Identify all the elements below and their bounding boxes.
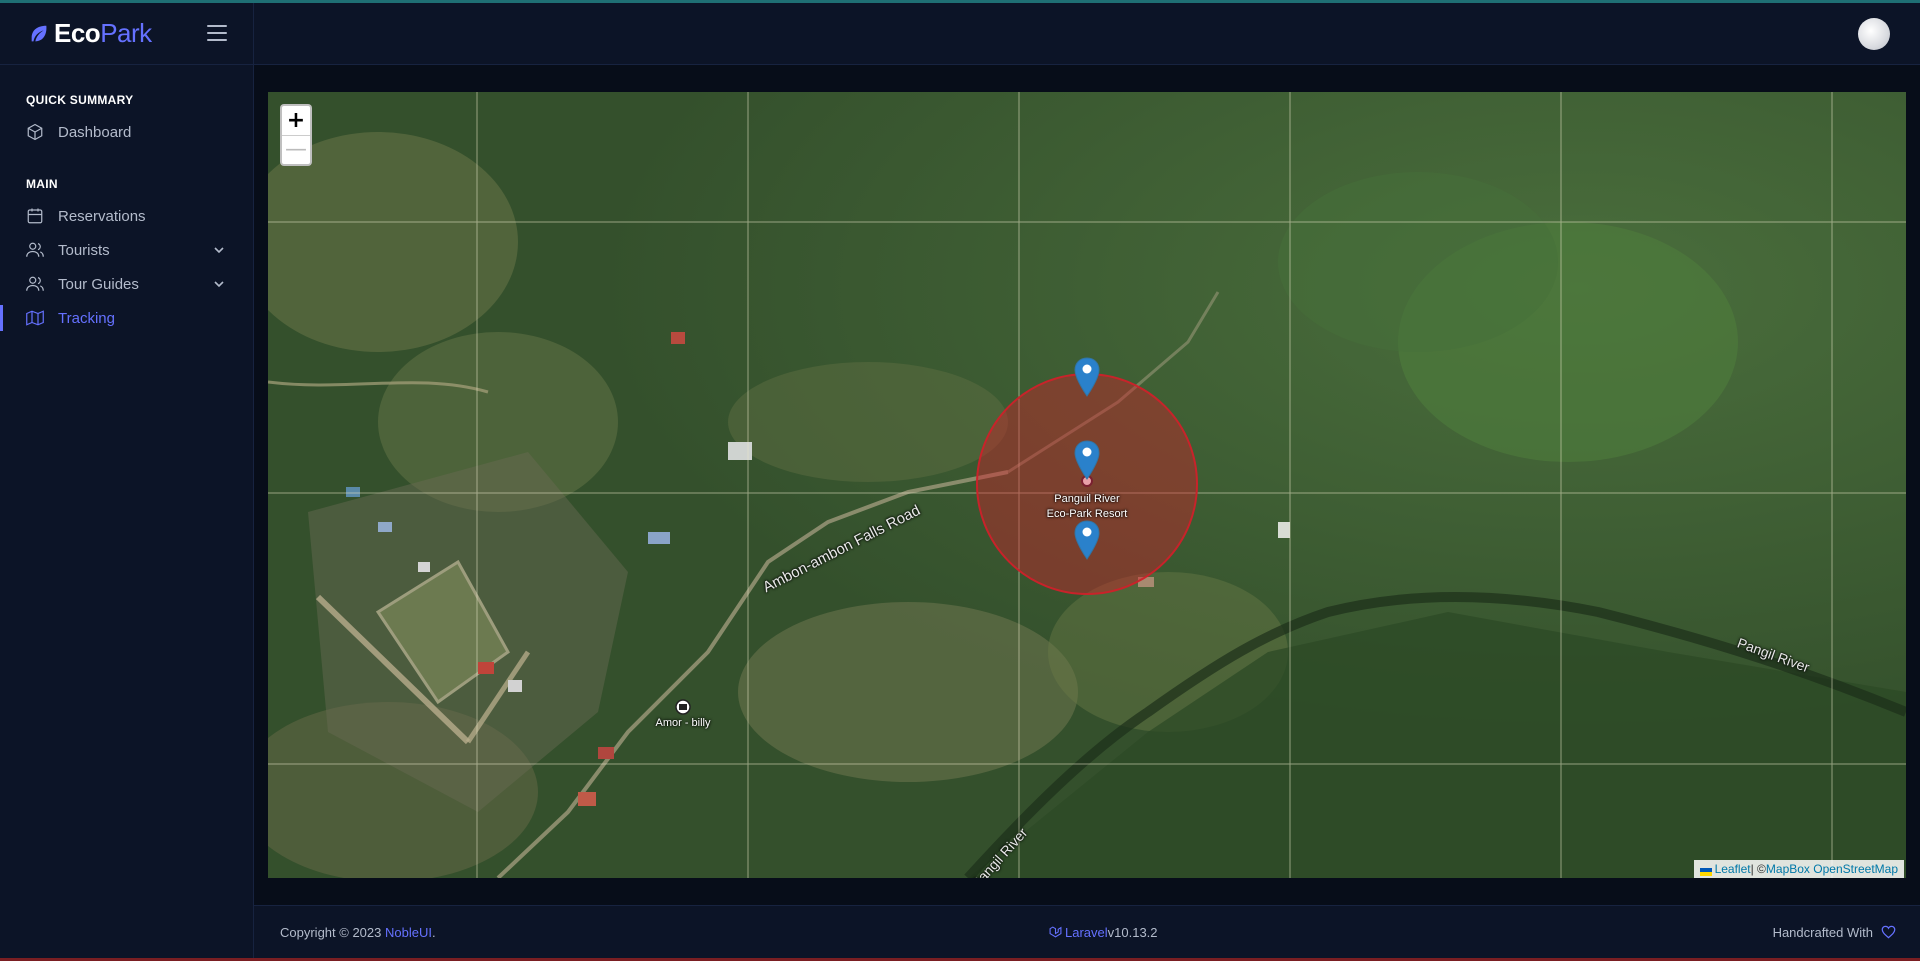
leaflet-link[interactable]: Leaflet <box>1715 862 1751 876</box>
sidebar-item-dashboard[interactable]: Dashboard <box>0 115 253 149</box>
leaf-icon <box>31 25 47 41</box>
laravel-icon <box>1049 925 1062 937</box>
nav-category-quick-summary: QUICK SUMMARY <box>26 93 134 107</box>
avatar[interactable] <box>1858 18 1890 50</box>
location-marker-icon[interactable] <box>1074 440 1100 480</box>
footer: Copyright © 2023 NobleUI. Laravel v10.13… <box>254 905 1920 958</box>
attribution-separator: | © <box>1750 862 1766 876</box>
sidebar-item-tourists[interactable]: Tourists <box>0 233 253 267</box>
sidebar-item-label: Tracking <box>58 309 115 327</box>
satellite-imagery <box>268 92 1906 878</box>
footer-framework: Laravel v10.13.2 <box>1049 925 1158 940</box>
calendar-icon <box>27 208 43 224</box>
nav-category-main: MAIN <box>26 177 58 191</box>
map-icon <box>26 310 44 326</box>
copyright-text: Copyright © 2023 <box>280 924 385 940</box>
sidebar: Eco Park QUICK SUMMARY Dashboard MAIN Re… <box>0 3 254 958</box>
sidebar-header: Eco Park <box>0 3 253 65</box>
users-icon <box>26 242 44 257</box>
sidebar-item-label: Tourists <box>58 241 110 259</box>
framework-version: v10.13.2 <box>1107 924 1158 940</box>
brand-logo[interactable]: Eco Park <box>28 18 152 49</box>
brand-eco: Eco <box>54 18 101 48</box>
brand-park: Park <box>100 18 152 48</box>
place-label-line1: Panguil River <box>1054 493 1120 505</box>
menu-toggle-icon[interactable] <box>207 25 227 41</box>
zoom-control: + — <box>280 104 312 166</box>
sidebar-item-tour-guides[interactable]: Tour Guides <box>0 267 253 301</box>
place-label: Panguil River Eco-Park Resort <box>1032 492 1142 522</box>
users-icon <box>26 276 44 291</box>
sidebar-item-tracking[interactable]: Tracking <box>0 301 253 335</box>
heart-icon <box>1881 925 1896 939</box>
poi-label: Amor - billy <box>655 717 711 729</box>
footer-handcrafted: Handcrafted With <box>1773 925 1896 940</box>
framework-link[interactable]: Laravel <box>1065 925 1108 940</box>
box-icon <box>27 123 43 141</box>
tracking-map[interactable]: Panguil River Eco-Park Resort Ambon-ambo… <box>268 92 1906 878</box>
openstreetmap-link[interactable]: OpenStreetMap <box>1813 862 1898 876</box>
place-label-line2: Eco-Park Resort <box>1046 508 1128 520</box>
location-marker-icon[interactable] <box>1074 357 1100 397</box>
flag-icon <box>1699 865 1712 876</box>
chevron-down-icon[interactable] <box>213 245 225 255</box>
handcrafted-text: Handcrafted With <box>1772 924 1873 940</box>
sidebar-item-label: Reservations <box>58 207 146 225</box>
map-attribution: Leaflet | © MapBox OpenStreetMap <box>1693 860 1904 878</box>
footer-copyright: Copyright © 2023 NobleUI. <box>280 925 436 940</box>
location-marker-icon[interactable] <box>1074 520 1100 560</box>
mapbox-link[interactable]: MapBox <box>1766 862 1810 876</box>
sidebar-item-label: Dashboard <box>58 123 132 141</box>
zoom-in-button[interactable]: + <box>282 106 310 135</box>
company-link[interactable]: NobleUI <box>385 925 432 940</box>
zoom-out-button[interactable]: — <box>282 135 310 164</box>
sidebar-item-reservations[interactable]: Reservations <box>0 199 253 233</box>
top-navbar <box>254 3 1920 65</box>
sidebar-item-label: Tour Guides <box>58 275 139 293</box>
copyright-period: . <box>431 924 436 940</box>
sidebar-nav: QUICK SUMMARY Dashboard MAIN Reservation… <box>0 65 253 335</box>
chevron-down-icon[interactable] <box>213 279 225 289</box>
